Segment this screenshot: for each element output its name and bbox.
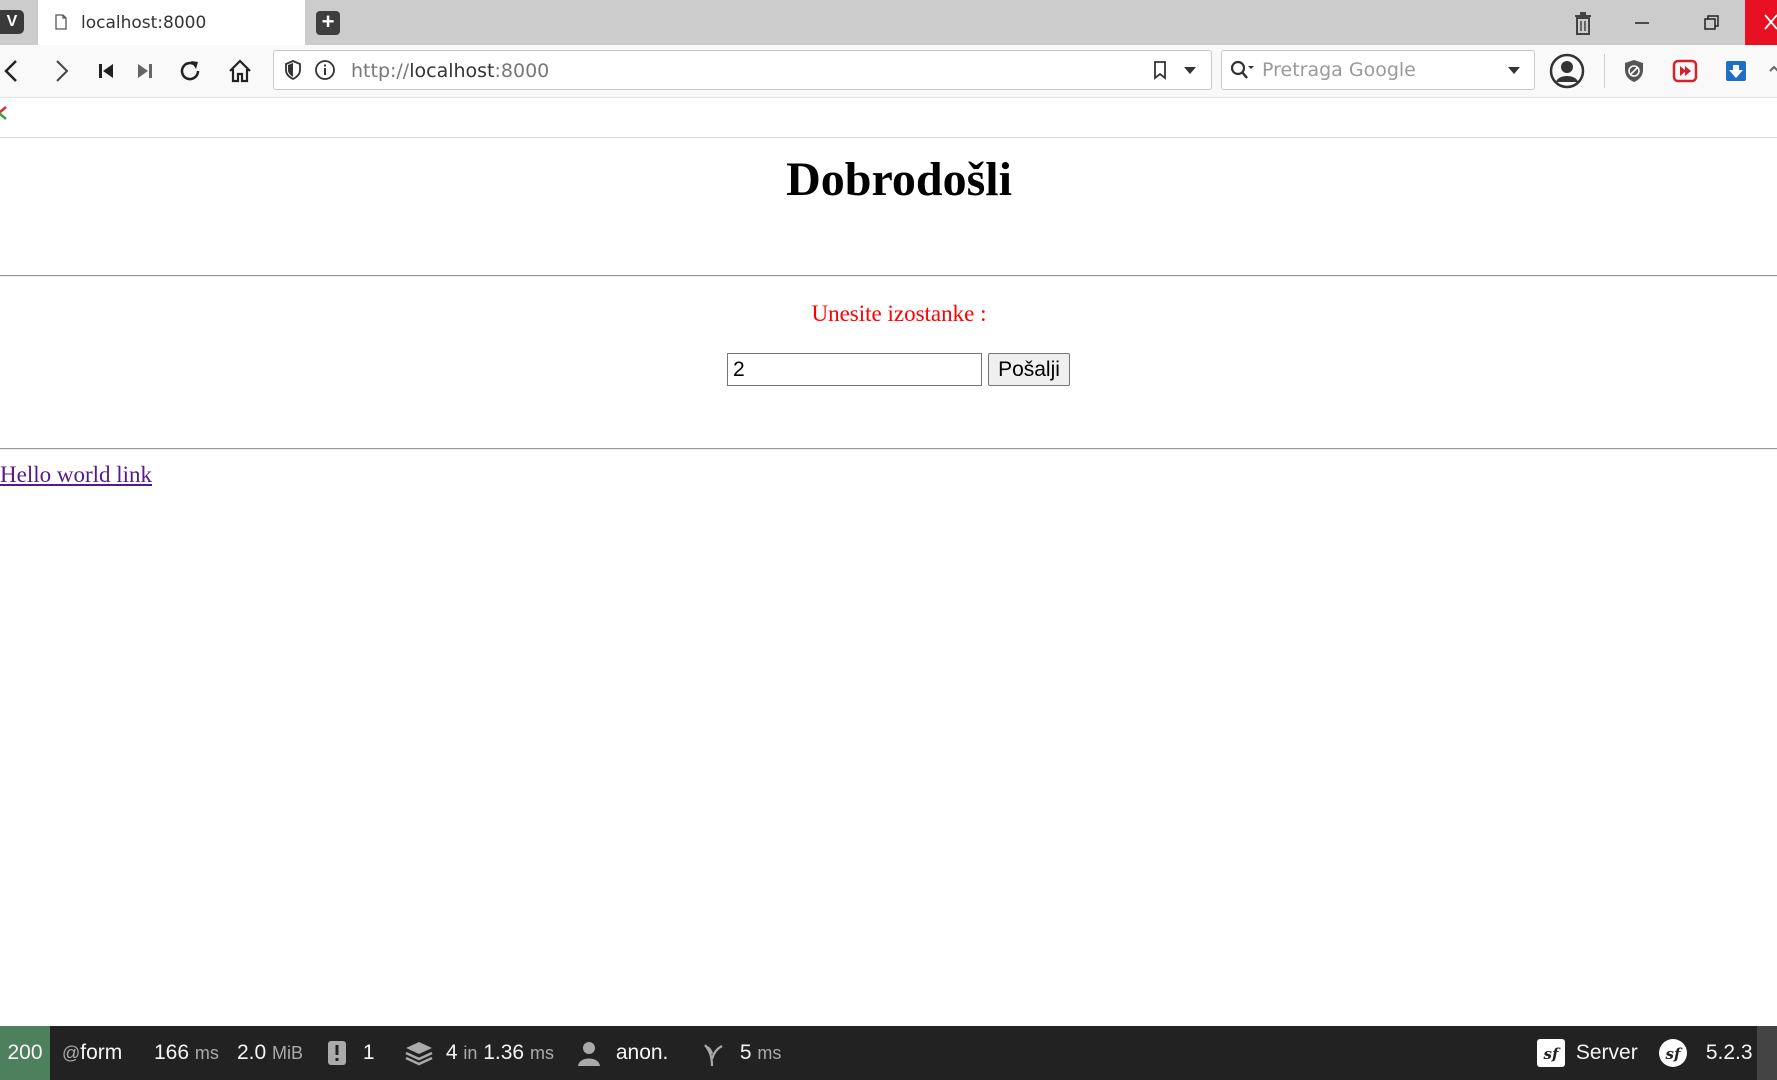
address-bar[interactable]: http://localhost:8000	[273, 50, 1212, 90]
svg-text:sf: sf	[1544, 1045, 1561, 1063]
page-icon	[55, 14, 67, 30]
browser-toolbar: http://localhost:8000	[0, 45, 1777, 98]
bookmark-bar	[0, 98, 1777, 138]
hide-toolbar-button[interactable]	[1757, 1026, 1777, 1080]
close-window-button[interactable]	[1745, 0, 1777, 45]
symfony-debug-toolbar: 200 @form 166 ms 2.0 MiB 1 4 in 1.36 ms …	[0, 1026, 1777, 1080]
panel-toggle-icon[interactable]	[0, 105, 8, 121]
search-icon[interactable]	[1230, 59, 1256, 81]
divider	[0, 448, 1777, 450]
request-time[interactable]: 166 ms	[154, 1026, 219, 1080]
fast-forward-icon[interactable]	[131, 57, 159, 85]
minimize-icon[interactable]	[1630, 8, 1654, 38]
user-icon	[578, 1042, 600, 1067]
cache-panel[interactable]: 4 in 1.36 ms	[404, 1026, 554, 1080]
tab-strip: V localhost:8000 +	[0, 0, 1777, 45]
svg-text:sf: sf	[1666, 1045, 1683, 1063]
close-icon	[1764, 14, 1777, 30]
logs-panel[interactable]: 1	[325, 1026, 375, 1080]
symfony-logo-icon: sf	[1659, 1039, 1687, 1068]
restore-icon[interactable]	[1700, 8, 1724, 38]
rewind-icon[interactable]	[92, 57, 120, 85]
cache-layers-icon	[405, 1042, 433, 1066]
trash-icon[interactable]	[1571, 8, 1595, 38]
url-text: http://localhost:8000	[351, 60, 550, 82]
vivaldi-logo-icon[interactable]: V	[0, 10, 24, 34]
absence-input[interactable]	[727, 353, 982, 386]
chevron-down-icon[interactable]	[1505, 61, 1523, 79]
toolbar-separator	[1604, 54, 1605, 88]
status-code-badge[interactable]: 200	[0, 1026, 50, 1080]
bookmark-icon[interactable]	[1151, 59, 1169, 81]
reload-icon[interactable]	[176, 57, 204, 85]
back-icon[interactable]	[0, 57, 26, 85]
profile-avatar-icon[interactable]	[1548, 52, 1586, 90]
page-content: Dobrodošli Unesite izostanke : Pošalji H…	[0, 138, 1777, 1026]
page-title: Dobrodošli	[786, 153, 1012, 206]
divider	[0, 275, 1777, 277]
memory-usage[interactable]: 2.0 MiB	[237, 1026, 303, 1080]
new-tab-button[interactable]: +	[316, 11, 340, 35]
search-bar[interactable]	[1221, 50, 1535, 90]
symfony-logo-icon: sf	[1537, 1039, 1565, 1068]
video-extension-icon[interactable]	[1671, 57, 1699, 85]
home-icon[interactable]	[226, 57, 254, 85]
security-panel[interactable]: anon.	[576, 1026, 668, 1080]
hello-world-link[interactable]: Hello world link	[0, 462, 152, 488]
twig-panel[interactable]: 5 ms	[700, 1026, 781, 1080]
browser-tab[interactable]: localhost:8000	[38, 0, 305, 45]
overflow-chevron-icon[interactable]	[1764, 57, 1777, 85]
shield-icon[interactable]	[282, 59, 304, 81]
download-icon[interactable]	[1722, 57, 1750, 85]
ad-blocker-shield-icon[interactable]	[1620, 57, 1648, 85]
symfony-version-panel[interactable]: sf 5.2.3	[1658, 1026, 1753, 1080]
log-alert-icon	[328, 1041, 346, 1066]
twig-icon	[704, 1044, 723, 1067]
search-input[interactable]	[1262, 57, 1492, 83]
chevron-down-icon[interactable]	[1181, 61, 1199, 79]
submit-button[interactable]: Pošalji	[988, 353, 1070, 386]
route-info[interactable]: @form	[62, 1026, 122, 1080]
absence-prompt: Unesite izostanke :	[811, 301, 987, 326]
server-panel[interactable]: sf Server	[1536, 1026, 1638, 1080]
tab-title: localhost:8000	[81, 13, 207, 33]
info-icon[interactable]	[314, 59, 336, 81]
forward-icon[interactable]	[47, 57, 75, 85]
